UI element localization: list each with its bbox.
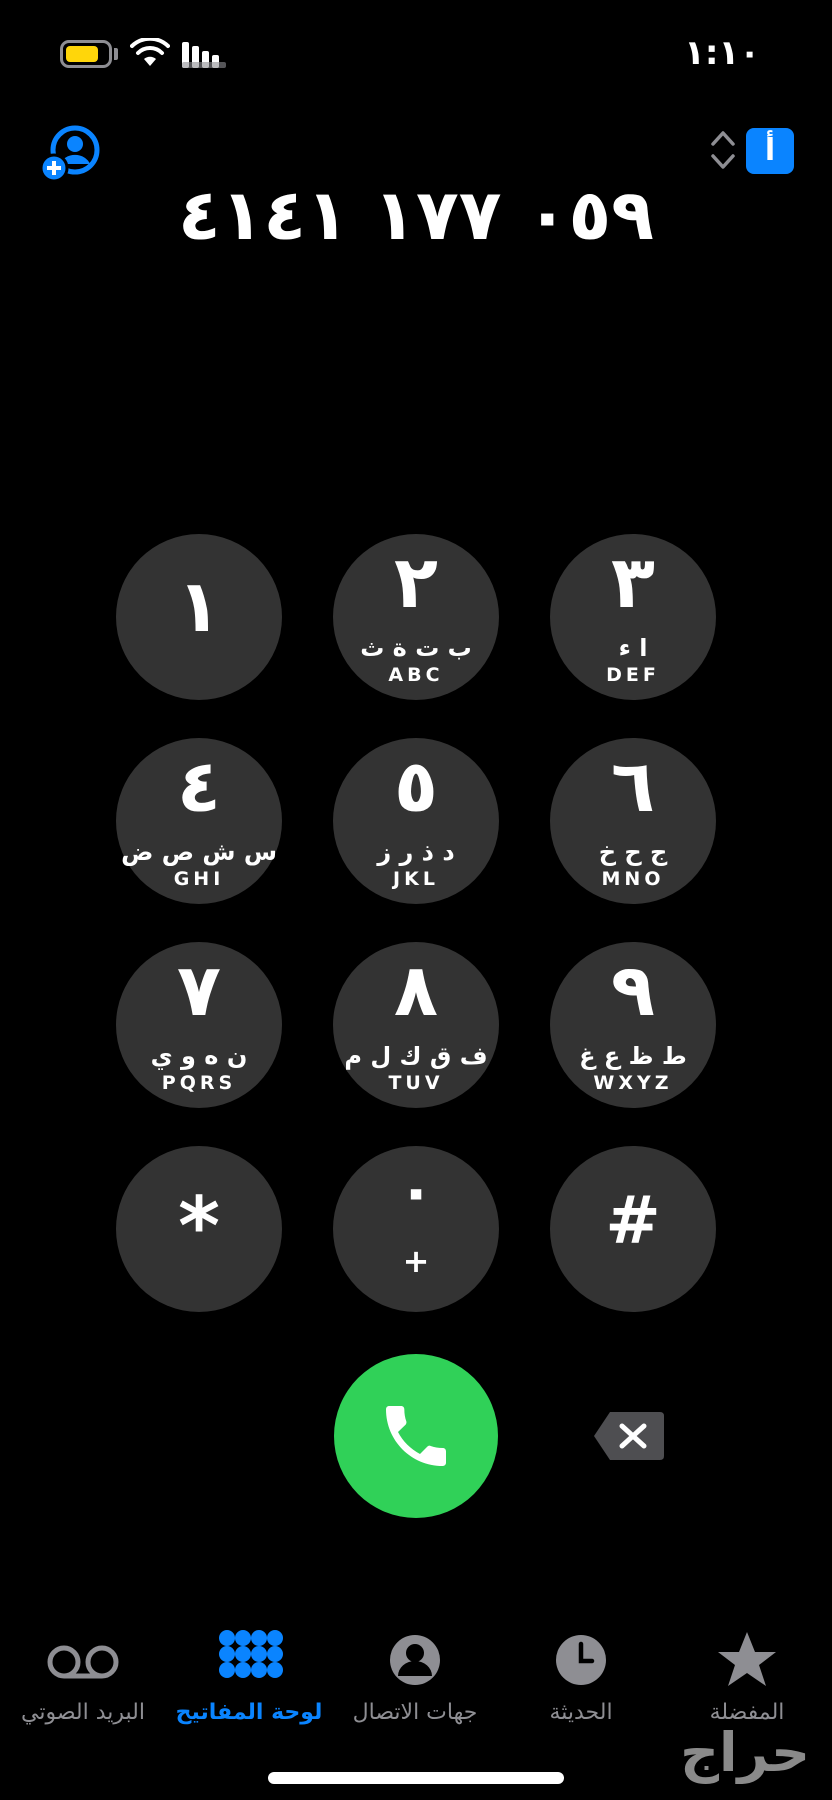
star-icon (718, 1632, 776, 1686)
key-digit: ٢ (394, 540, 438, 624)
phone-icon (386, 1406, 446, 1466)
key-hash[interactable]: # (550, 1146, 716, 1312)
key-2[interactable]: ٢ ب ت ة ث ABC (333, 534, 499, 700)
key-latin-letters: DEF (606, 664, 660, 686)
key-latin-letters: WXYZ (593, 1072, 673, 1094)
status-bar: ١:١٠ (0, 0, 832, 110)
key-star[interactable]: * (116, 1146, 282, 1312)
key-arabic-letters: ا ء (618, 634, 648, 662)
key-latin-letters: MNO (601, 868, 665, 890)
key-arabic-letters: ب ت ة ث (360, 634, 472, 662)
battery-cap (114, 48, 118, 60)
key-arabic-letters: ف ق ك ل م (344, 1042, 488, 1070)
key-digit: ٣ (611, 540, 655, 624)
tab-keypad[interactable]: لوحة المفاتيح (166, 1630, 332, 1740)
tab-label: البريد الصوتي (21, 1700, 145, 1725)
key-latin-letters: PQRS (161, 1072, 237, 1094)
key-digit: ٨ (394, 948, 438, 1032)
wifi-icon (130, 38, 170, 66)
key-plus-label: + (402, 1242, 430, 1280)
key-digit: # (605, 1182, 661, 1259)
voicemail-icon (47, 1645, 119, 1679)
tab-label: لوحة المفاتيح (175, 1700, 323, 1725)
home-indicator[interactable] (268, 1772, 564, 1784)
clock-icon (556, 1635, 606, 1685)
key-3[interactable]: ٣ ا ء DEF (550, 534, 716, 700)
key-latin-letters: JKL (393, 868, 439, 890)
key-1[interactable]: ١ (116, 534, 282, 700)
cellular-signal-icon (182, 42, 226, 68)
key-digit: ١ (177, 564, 221, 648)
status-time: ١:١٠ (684, 33, 760, 73)
key-arabic-letters: س ش ص ض (121, 838, 277, 866)
key-9[interactable]: ٩ ط ظ ع غ WXYZ (550, 942, 716, 1108)
key-latin-letters: ABC (388, 664, 444, 686)
key-6[interactable]: ٦ ج ح خ MNO (550, 738, 716, 904)
key-7[interactable]: ٧ ن ه و ي PQRS (116, 942, 282, 1108)
watermark-logo: حراج (680, 1721, 810, 1784)
key-latin-letters: GHI (173, 868, 225, 890)
key-arabic-letters: ن ه و ي (150, 1042, 248, 1070)
key-0[interactable]: ٠ + (333, 1146, 499, 1312)
key-5[interactable]: ٥ د ذ ر ز JKL (333, 738, 499, 904)
contacts-icon (390, 1635, 440, 1685)
tab-label: الحديثة (549, 1700, 613, 1725)
call-button[interactable] (334, 1354, 498, 1518)
chevron-up-down-icon[interactable] (708, 126, 738, 174)
key-arabic-letters: د ذ ر ز (377, 838, 455, 866)
key-4[interactable]: ٤ س ش ص ض GHI (116, 738, 282, 904)
battery-level-fill (66, 46, 98, 62)
tab-contacts[interactable]: جهات الاتصال (332, 1630, 498, 1740)
key-digit: * (178, 1180, 220, 1273)
key-digit: ٤ (177, 744, 221, 828)
key-latin-letters: TUV (388, 1072, 444, 1094)
key-arabic-letters: ط ظ ع غ (579, 1042, 687, 1070)
battery-icon (60, 40, 112, 68)
key-digit: ٩ (611, 948, 655, 1032)
dialed-number: ٠٥٩ ١٧٧ ٤١٤١ (177, 174, 655, 256)
key-arabic-letters: ج ح خ (598, 838, 668, 866)
tab-label: جهات الاتصال (352, 1700, 478, 1725)
key-digit: ٦ (611, 744, 655, 828)
key-digit: ٥ (394, 744, 438, 828)
language-badge[interactable]: أ (746, 128, 794, 174)
tab-recents[interactable]: الحديثة (498, 1630, 664, 1740)
tab-voicemail[interactable]: البريد الصوتي (0, 1630, 166, 1740)
key-8[interactable]: ٨ ف ق ك ل م TUV (333, 942, 499, 1108)
key-digit: ٠ (397, 1156, 435, 1226)
delete-left-icon[interactable] (592, 1410, 666, 1462)
key-digit: ٧ (177, 948, 221, 1032)
keypad-icon (219, 1630, 283, 1678)
